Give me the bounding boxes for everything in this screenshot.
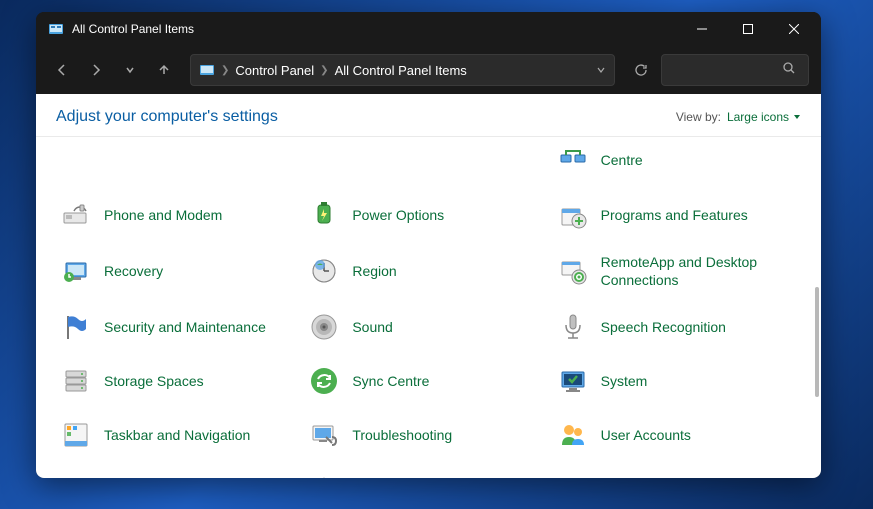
cp-item-security-maintenance[interactable]: Security and Maintenance <box>56 309 304 345</box>
cp-item-workfolders[interactable]: Work Folders <box>553 471 801 478</box>
items-grid: Centre Phone and Modem Power Options Pro… <box>36 137 821 478</box>
window-controls <box>679 14 817 44</box>
cp-item-wintools[interactable]: Windows Tools <box>304 471 552 478</box>
sync-icon <box>308 365 340 397</box>
cp-item-recovery[interactable]: Recovery <box>56 251 304 291</box>
flag-icon <box>60 311 92 343</box>
viewby-value: Large icons <box>727 110 789 124</box>
cp-item-defender[interactable]: Windows Defender Firewall <box>56 471 304 478</box>
power-options-icon <box>308 199 340 231</box>
phone-modem-icon <box>60 199 92 231</box>
cp-item-sync[interactable]: Sync Centre <box>304 363 552 399</box>
close-button[interactable] <box>771 14 817 44</box>
firewall-icon <box>60 473 92 478</box>
item-label: Taskbar and Navigation <box>104 426 250 444</box>
minimize-button[interactable] <box>679 14 725 44</box>
chevron-right-icon[interactable]: ❯ <box>221 65 229 76</box>
microphone-icon <box>557 311 589 343</box>
troubleshoot-icon <box>308 419 340 451</box>
remoteapp-icon <box>557 255 589 287</box>
maximize-button[interactable] <box>725 14 771 44</box>
cp-item-programs-features[interactable]: Programs and Features <box>553 197 801 233</box>
viewby-dropdown[interactable]: Large icons <box>727 110 801 124</box>
user-accounts-icon <box>557 419 589 451</box>
items-scroll-area: Centre Phone and Modem Power Options Pro… <box>36 137 821 478</box>
item-label: System <box>601 372 648 390</box>
cp-item-users[interactable]: User Accounts <box>553 417 801 453</box>
taskbar-icon <box>60 419 92 451</box>
back-button[interactable] <box>48 56 76 84</box>
item-label: User Accounts <box>601 426 691 444</box>
item-label: Programs and Features <box>601 206 748 224</box>
item-label: Centre <box>601 151 643 169</box>
cp-item-remoteapp[interactable]: RemoteApp and Desktop Connections <box>553 251 801 291</box>
item-label: Power Options <box>352 206 444 224</box>
page-title: Adjust your computer's settings <box>56 108 676 126</box>
navigation-toolbar: ❯ Control Panel ❯ All Control Panel Item… <box>36 46 821 94</box>
sound-icon <box>308 311 340 343</box>
system-icon <box>557 365 589 397</box>
control-panel-icon <box>199 62 215 78</box>
control-panel-icon <box>48 21 64 37</box>
cp-item-sound[interactable]: Sound <box>304 309 552 345</box>
search-input[interactable] <box>661 54 809 86</box>
item-label: Sound <box>352 318 392 336</box>
chevron-right-icon[interactable]: ❯ <box>320 65 328 76</box>
breadcrumb-root[interactable]: Control Panel <box>235 63 314 78</box>
cp-item-speech[interactable]: Speech Recognition <box>553 309 801 345</box>
titlebar: All Control Panel Items <box>36 12 821 46</box>
cp-item-phone-modem[interactable]: Phone and Modem <box>56 197 304 233</box>
control-panel-window: All Control Panel Items ❯ Control Panel … <box>36 12 821 478</box>
programs-features-icon <box>557 199 589 231</box>
cp-item-taskbar[interactable]: Taskbar and Navigation <box>56 417 304 453</box>
windows-tools-icon <box>308 473 340 478</box>
network-icon <box>557 137 589 169</box>
item-label: Storage Spaces <box>104 372 204 390</box>
header-row: Adjust your computer's settings View by:… <box>36 94 821 137</box>
item-label: Sync Centre <box>352 372 429 390</box>
up-button[interactable] <box>150 56 178 84</box>
work-folders-icon <box>557 473 589 478</box>
partial-cutoff-row: Centre <box>56 137 801 169</box>
cp-item-system[interactable]: System <box>553 363 801 399</box>
search-icon <box>782 61 796 80</box>
cp-item-centre-partial[interactable]: Centre <box>553 137 801 169</box>
content-area: Adjust your computer's settings View by:… <box>36 94 821 478</box>
window-title: All Control Panel Items <box>72 22 679 36</box>
refresh-button[interactable] <box>627 56 655 84</box>
vertical-scrollbar[interactable] <box>815 287 819 397</box>
item-label: Recovery <box>104 262 163 280</box>
cp-item-power-options[interactable]: Power Options <box>304 197 552 233</box>
storage-spaces-icon <box>60 365 92 397</box>
item-label: Region <box>352 262 396 280</box>
address-bar[interactable]: ❯ Control Panel ❯ All Control Panel Item… <box>190 54 615 86</box>
breadcrumb-current[interactable]: All Control Panel Items <box>335 63 467 78</box>
viewby-label: View by: <box>676 110 721 124</box>
item-label: Security and Maintenance <box>104 318 266 336</box>
recovery-icon <box>60 255 92 287</box>
cp-item-storage[interactable]: Storage Spaces <box>56 363 304 399</box>
cp-item-troubleshoot[interactable]: Troubleshooting <box>304 417 552 453</box>
address-dropdown-button[interactable] <box>596 63 606 78</box>
item-label: Speech Recognition <box>601 318 726 336</box>
region-icon <box>308 255 340 287</box>
item-label: Phone and Modem <box>104 206 222 224</box>
forward-button[interactable] <box>82 56 110 84</box>
item-label: RemoteApp and Desktop Connections <box>601 253 797 289</box>
item-label: Troubleshooting <box>352 426 452 444</box>
cp-item-region[interactable]: Region <box>304 251 552 291</box>
history-dropdown-button[interactable] <box>116 56 144 84</box>
